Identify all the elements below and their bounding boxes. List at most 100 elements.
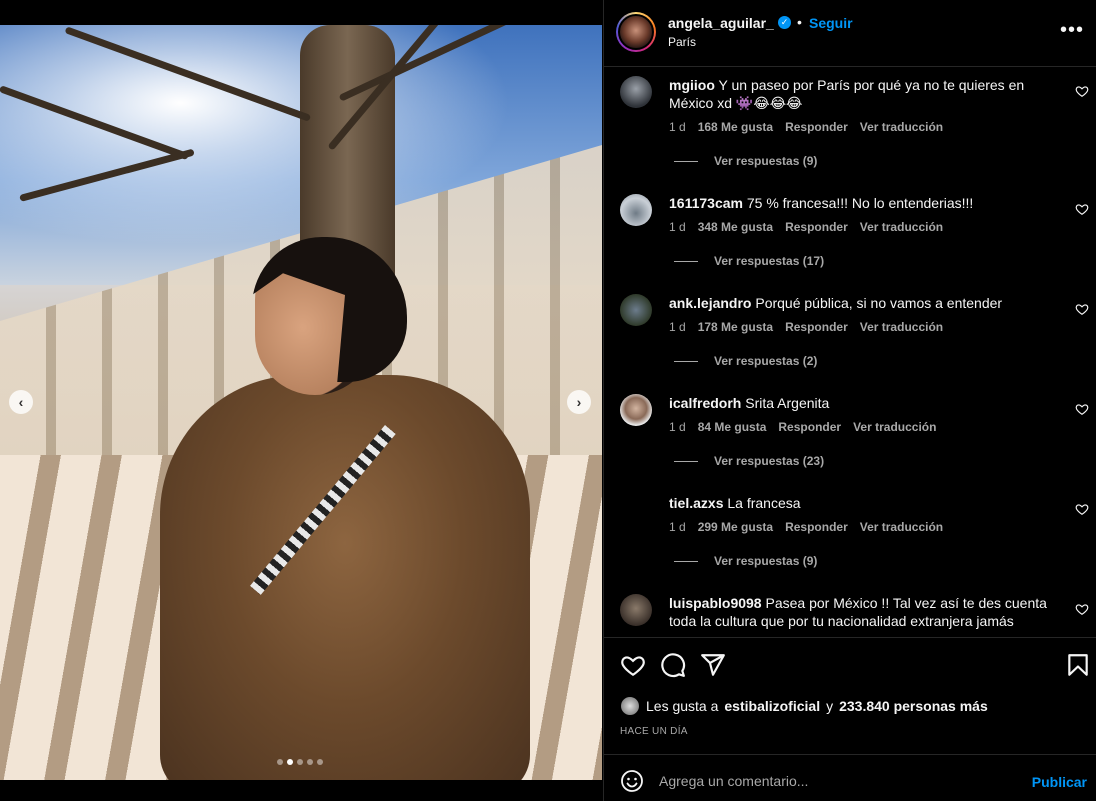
follow-button[interactable]: Seguir bbox=[809, 15, 853, 31]
comment-meta: 1 d 168 Me gusta Responder Ver traducció… bbox=[669, 120, 943, 134]
comment-meta: 1 d 84 Me gusta Responder Ver traducción bbox=[669, 420, 936, 434]
comment-like-heart-icon[interactable] bbox=[1075, 402, 1089, 416]
comment-username[interactable]: ank.lejandro bbox=[669, 295, 751, 311]
comment-body: ank.lejandro Porqué pública, si no vamos… bbox=[669, 294, 1049, 312]
replies-line bbox=[674, 360, 698, 362]
comment-username[interactable]: tiel.azxs bbox=[669, 495, 723, 511]
post-photo[interactable] bbox=[0, 25, 602, 780]
post-header: angela_aguilar_ ✓ • Seguir París ••• bbox=[604, 0, 1096, 67]
comment-likes[interactable]: 299 Me gusta bbox=[698, 520, 773, 534]
comment-username[interactable]: 161173cam bbox=[669, 195, 743, 211]
commenter-avatar[interactable] bbox=[620, 594, 652, 626]
likes-others-count[interactable]: 233.840 personas más bbox=[839, 698, 988, 714]
carousel-indicator bbox=[277, 759, 323, 765]
liker-avatar[interactable] bbox=[620, 696, 640, 716]
translate-button[interactable]: Ver traducción bbox=[860, 320, 943, 334]
commenter-avatar[interactable] bbox=[620, 394, 652, 426]
comment-likes[interactable]: 84 Me gusta bbox=[698, 420, 767, 434]
comment-username[interactable]: luispablo9098 bbox=[669, 595, 762, 611]
comments-list[interactable]: mgiioo Y un paseo por París por qué ya n… bbox=[604, 68, 1096, 636]
view-replies-button[interactable]: Ver respuestas (9) bbox=[674, 554, 817, 568]
replies-line bbox=[674, 260, 698, 262]
comment-text: Porqué pública, si no vamos a entender bbox=[755, 295, 1003, 311]
post-timestamp[interactable]: HACE UN DÍA bbox=[620, 726, 688, 737]
comment-like-heart-icon[interactable] bbox=[1075, 202, 1089, 216]
likes-conjunction: y bbox=[826, 698, 834, 714]
commenter-avatar[interactable] bbox=[620, 194, 652, 226]
liker-username[interactable]: estibalizoficial bbox=[724, 698, 820, 714]
likes-summary[interactable]: Les gusta a estibalizoficial y 233.840 p… bbox=[620, 696, 988, 716]
carousel-next-button[interactable]: › bbox=[567, 390, 591, 414]
comment-text: Srita Argenita bbox=[745, 395, 830, 411]
view-replies-label: Ver respuestas (17) bbox=[714, 254, 825, 268]
post-location[interactable]: París bbox=[668, 35, 696, 49]
comment-likes[interactable]: 348 Me gusta bbox=[698, 220, 773, 234]
author-username[interactable]: angela_aguilar_ bbox=[668, 15, 774, 31]
comment-input[interactable] bbox=[659, 767, 1009, 795]
view-replies-button[interactable]: Ver respuestas (17) bbox=[674, 254, 824, 268]
comment-body: luispablo9098 Pasea por México !! Tal ve… bbox=[669, 594, 1049, 630]
view-replies-label: Ver respuestas (23) bbox=[714, 454, 825, 468]
carousel-prev-button[interactable]: ‹ bbox=[9, 390, 33, 414]
carousel-dot bbox=[307, 759, 313, 765]
more-options-icon[interactable]: ••• bbox=[1060, 20, 1084, 40]
comment-meta: 1 d 178 Me gusta Responder Ver traducció… bbox=[669, 320, 943, 334]
comment-body: mgiioo Y un paseo por París por qué ya n… bbox=[669, 76, 1049, 112]
comment-time[interactable]: 1 d bbox=[669, 420, 686, 434]
add-comment-bar: Publicar bbox=[604, 754, 1096, 801]
carousel-dot bbox=[317, 759, 323, 765]
likes-prefix: Les gusta a bbox=[646, 698, 719, 714]
post-actions: Les gusta a estibalizoficial y 233.840 p… bbox=[604, 637, 1096, 753]
share-paper-plane-icon[interactable] bbox=[700, 652, 726, 678]
post-media: ‹ › bbox=[0, 0, 602, 801]
translate-button[interactable]: Ver traducción bbox=[853, 420, 936, 434]
save-bookmark-icon[interactable] bbox=[1065, 652, 1091, 678]
replies-line bbox=[674, 160, 698, 162]
comment-username[interactable]: mgiioo bbox=[669, 77, 715, 93]
reply-button[interactable]: Responder bbox=[785, 520, 848, 534]
comment-like-heart-icon[interactable] bbox=[1075, 502, 1089, 516]
view-replies-button[interactable]: Ver respuestas (9) bbox=[674, 154, 817, 168]
view-replies-button[interactable]: Ver respuestas (2) bbox=[674, 354, 817, 368]
reply-button[interactable]: Responder bbox=[778, 420, 841, 434]
translate-button[interactable]: Ver traducción bbox=[860, 220, 943, 234]
view-replies-label: Ver respuestas (2) bbox=[714, 354, 818, 368]
comment-time[interactable]: 1 d bbox=[669, 220, 686, 234]
carousel-dot bbox=[277, 759, 283, 765]
reply-button[interactable]: Responder bbox=[785, 320, 848, 334]
comment-like-heart-icon[interactable] bbox=[1075, 302, 1089, 316]
comment-text: La francesa bbox=[727, 495, 801, 511]
comment-bubble-icon[interactable] bbox=[660, 652, 686, 678]
comment-text: Y un paseo por París por qué ya no te qu… bbox=[669, 77, 1025, 111]
carousel-dot bbox=[297, 759, 303, 765]
photo-fur-coat bbox=[160, 375, 530, 780]
comment-time[interactable]: 1 d bbox=[669, 320, 686, 334]
comment-body: tiel.azxs La francesa bbox=[669, 494, 1049, 512]
commenter-avatar[interactable] bbox=[620, 76, 652, 108]
post-sidebar: angela_aguilar_ ✓ • Seguir París ••• mgi… bbox=[603, 0, 1096, 801]
translate-button[interactable]: Ver traducción bbox=[860, 520, 943, 534]
comment-likes[interactable]: 168 Me gusta bbox=[698, 120, 773, 134]
commenter-avatar[interactable] bbox=[620, 294, 652, 326]
publish-button[interactable]: Publicar bbox=[1032, 774, 1087, 790]
reply-button[interactable]: Responder bbox=[785, 120, 848, 134]
author-avatar[interactable] bbox=[616, 12, 656, 52]
comment-body: icalfredorh Srita Argenita bbox=[669, 394, 1049, 412]
comment-like-heart-icon[interactable] bbox=[1075, 602, 1089, 616]
commenter-avatar[interactable] bbox=[620, 494, 652, 526]
comment-username[interactable]: icalfredorh bbox=[669, 395, 741, 411]
comment-likes[interactable]: 178 Me gusta bbox=[698, 320, 773, 334]
comment-time[interactable]: 1 d bbox=[669, 520, 686, 534]
comment-meta: 1 d 299 Me gusta Responder Ver traducció… bbox=[669, 520, 943, 534]
comment-meta: 1 d 348 Me gusta Responder Ver traducció… bbox=[669, 220, 943, 234]
view-replies-label: Ver respuestas (9) bbox=[714, 154, 818, 168]
comment-like-heart-icon[interactable] bbox=[1075, 84, 1089, 98]
view-replies-button[interactable]: Ver respuestas (23) bbox=[674, 454, 824, 468]
like-heart-icon[interactable] bbox=[620, 652, 646, 678]
emoji-icon[interactable] bbox=[620, 769, 644, 793]
replies-line bbox=[674, 460, 698, 462]
translate-button[interactable]: Ver traducción bbox=[860, 120, 943, 134]
comment-time[interactable]: 1 d bbox=[669, 120, 686, 134]
carousel-dot-active bbox=[287, 759, 293, 765]
reply-button[interactable]: Responder bbox=[785, 220, 848, 234]
